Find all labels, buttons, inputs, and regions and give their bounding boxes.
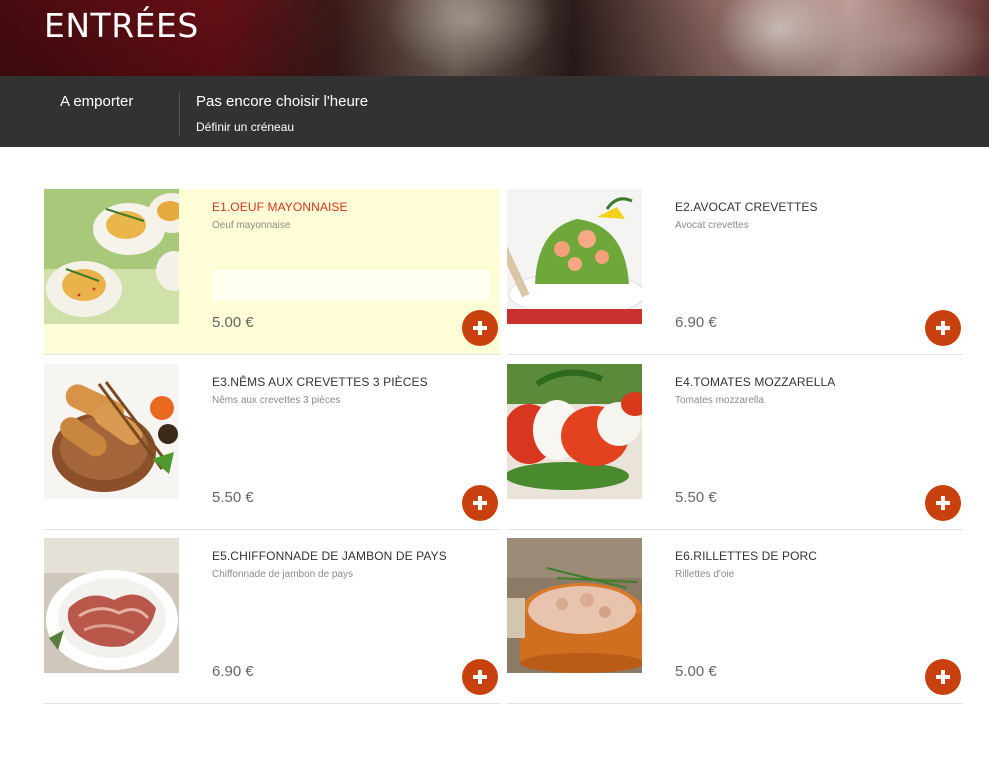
item-name[interactable]: E5.CHIFFONNADE DE JAMBON DE PAYS	[212, 549, 447, 563]
add-to-cart-button[interactable]	[462, 310, 498, 346]
plus-icon	[936, 321, 950, 335]
order-options-bar: A emporter Pas encore choisir l'heure Dé…	[0, 76, 989, 147]
add-to-cart-button[interactable]	[925, 659, 961, 695]
item-price: 5.00 €	[675, 663, 717, 680]
bar-divider	[179, 92, 180, 136]
menu-item[interactable]: E4.TOMATES MOZZARELLA Tomates mozzarella…	[507, 364, 963, 530]
item-name[interactable]: E4.TOMATES MOZZARELLA	[675, 375, 835, 389]
hero-banner: ENTRÉES	[0, 0, 989, 76]
item-price: 5.00 €	[212, 314, 254, 331]
item-description: Nêms aux crevettes 3 pièces	[212, 395, 341, 406]
item-price: 5.50 €	[212, 489, 254, 506]
tomato-mozzarella-image	[507, 364, 642, 499]
item-name[interactable]: E6.RILLETTES DE PORC	[675, 549, 817, 563]
item-name[interactable]: E1.OEUF MAYONNAISE	[212, 200, 348, 214]
rillettes-image	[507, 538, 642, 673]
menu-item[interactable]: E6.RILLETTES DE PORC Rillettes d'oie 5.0…	[507, 538, 963, 704]
add-to-cart-button[interactable]	[462, 485, 498, 521]
menu-item[interactable]: E5.CHIFFONNADE DE JAMBON DE PAYS Chiffon…	[44, 538, 500, 704]
add-to-cart-button[interactable]	[462, 659, 498, 695]
eggs-mayonnaise-image	[44, 189, 179, 324]
item-description: Oeuf mayonnaise	[212, 220, 291, 231]
plus-icon	[936, 496, 950, 510]
menu-item[interactable]: E2.AVOCAT CREVETTES Avocat crevettes 6.9…	[507, 189, 963, 355]
menu-item[interactable]: E3.NÊMS AUX CREVETTES 3 PIÈCES Nêms aux …	[44, 364, 500, 530]
set-time-slot-link[interactable]: Définir un créneau	[196, 120, 294, 134]
item-note-field[interactable]	[212, 270, 490, 301]
plus-icon	[473, 670, 487, 684]
item-price: 5.50 €	[675, 489, 717, 506]
item-description: Tomates mozzarella	[675, 395, 764, 406]
plus-icon	[473, 496, 487, 510]
plus-icon	[473, 321, 487, 335]
order-mode-takeaway[interactable]: A emporter	[60, 93, 133, 110]
pickup-time-status[interactable]: Pas encore choisir l'heure	[196, 93, 368, 110]
menu-item[interactable]: E1.OEUF MAYONNAISE Oeuf mayonnaise 5.00 …	[44, 189, 500, 355]
spring-rolls-image	[44, 364, 179, 499]
item-price: 6.90 €	[675, 314, 717, 331]
add-to-cart-button[interactable]	[925, 485, 961, 521]
item-price: 6.90 €	[212, 663, 254, 680]
plus-icon	[936, 670, 950, 684]
item-name[interactable]: E3.NÊMS AUX CREVETTES 3 PIÈCES	[212, 375, 428, 389]
item-description: Rillettes d'oie	[675, 569, 735, 580]
page-title: ENTRÉES	[44, 6, 199, 45]
item-name[interactable]: E2.AVOCAT CREVETTES	[675, 200, 818, 214]
avocado-shrimp-image	[507, 189, 642, 324]
item-description: Chiffonnade de jambon de pays	[212, 569, 354, 580]
ham-chiffonnade-image	[44, 538, 179, 673]
add-to-cart-button[interactable]	[925, 310, 961, 346]
item-description: Avocat crevettes	[675, 220, 749, 231]
